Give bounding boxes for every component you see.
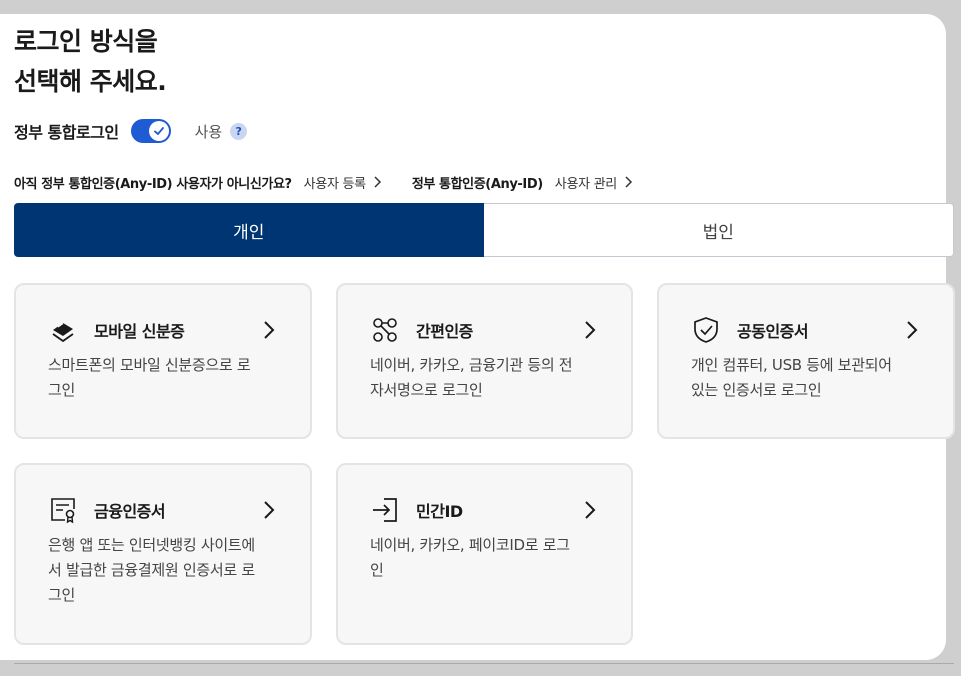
use-label: 사용: [194, 122, 223, 141]
chevron-right-icon: [262, 320, 276, 340]
card-desc-line: 그인: [48, 381, 76, 399]
card-title: 간편인증: [416, 322, 473, 341]
chevron-right-icon: [583, 500, 597, 520]
card-desc-line: 네이버, 카카오, 금융기관 등의 전: [370, 356, 573, 374]
card-desc-line: 스마트폰의 모바일 신분증으로 로: [48, 356, 251, 374]
manage-link[interactable]: 사용자 관리: [555, 173, 633, 192]
card-financial-certificate[interactable]: 금융인증서 은행 앱 또는 인터넷뱅킹 사이트에 서 발급한 금융결제원 인증서…: [14, 463, 312, 645]
card-description: 은행 앱 또는 인터넷뱅킹 사이트에 서 발급한 금융결제원 인증서로 로 그인: [48, 533, 278, 608]
bottom-divider: [14, 663, 954, 664]
tab-corporate[interactable]: 법인: [483, 203, 954, 257]
tab-personal[interactable]: 개인: [14, 203, 484, 257]
card-mobile-id[interactable]: 모바일 신분증 스마트폰의 모바일 신분증으로 로 그인: [14, 283, 312, 439]
anyid-row: 아직 정부 통합인증(Any-ID) 사용자가 아니신가요? 사용자 등록 정부…: [14, 170, 633, 194]
chevron-right-icon: [905, 320, 919, 340]
page-title: 로그인 방식을 선택해 주세요.: [14, 22, 167, 102]
card-title: 금융인증서: [94, 502, 166, 521]
login-panel: 로그인 방식을 선택해 주세요. 정부 통합로그인 사용 ? 아직 정부 통합인…: [0, 14, 955, 660]
certificate-icon: [48, 495, 78, 525]
card-private-id[interactable]: 민간ID 네이버, 카카오, 페이코ID로 로그 인: [336, 463, 633, 645]
register-link[interactable]: 사용자 등록: [304, 173, 382, 192]
card-desc-line: 있는 인증서로 로그인: [691, 381, 822, 399]
card-title: 민간ID: [416, 502, 463, 521]
card-description: 네이버, 카카오, 페이코ID로 로그 인: [370, 533, 599, 583]
gov-login-toggle[interactable]: [130, 119, 171, 143]
page-title-line2: 선택해 주세요.: [14, 67, 167, 96]
card-desc-line: 은행 앱 또는 인터넷뱅킹 사이트에: [48, 536, 255, 554]
mobile-id-icon: [48, 315, 78, 345]
toggle-knob: [148, 121, 169, 141]
chevron-right-icon: [374, 176, 381, 188]
help-icon[interactable]: ?: [230, 122, 248, 140]
card-description: 개인 컴퓨터, USB 등에 보관되어 있는 인증서로 로그인: [691, 353, 921, 403]
register-link-label: 사용자 등록: [303, 176, 366, 192]
account-type-tabs: 개인 법인: [14, 203, 954, 257]
card-desc-line: 그인: [48, 586, 76, 604]
card-desc-line: 인: [370, 561, 384, 579]
login-arrow-icon: [370, 495, 400, 525]
card-title: 공동인증서: [737, 322, 809, 341]
simple-auth-icon: [370, 315, 400, 345]
card-joint-certificate[interactable]: 공동인증서 개인 컴퓨터, USB 등에 보관되어 있는 인증서로 로그인: [657, 283, 955, 439]
page-title-line1: 로그인 방식을: [14, 27, 158, 56]
gov-login-label: 정부 통합로그인: [14, 123, 119, 142]
card-description: 네이버, 카카오, 금융기관 등의 전 자서명으로 로그인: [370, 353, 599, 403]
anyid-manage-label: 정부 통합인증(Any-ID): [411, 176, 543, 192]
card-description: 스마트폰의 모바일 신분증으로 로 그인: [48, 353, 278, 403]
card-desc-line: 개인 컴퓨터, USB 등에 보관되어: [691, 356, 892, 374]
card-title: 모바일 신분증: [94, 322, 185, 341]
check-icon: [153, 127, 164, 135]
shield-check-icon: [691, 315, 721, 345]
anyid-question: 아직 정부 통합인증(Any-ID) 사용자가 아니신가요?: [14, 176, 292, 192]
card-simple-auth[interactable]: 간편인증 네이버, 카카오, 금융기관 등의 전 자서명으로 로그인: [336, 283, 633, 439]
manage-link-label: 사용자 관리: [554, 176, 617, 192]
chevron-right-icon: [262, 500, 276, 520]
card-desc-line: 네이버, 카카오, 페이코ID로 로그: [370, 536, 570, 554]
card-desc-line: 자서명으로 로그인: [370, 381, 483, 399]
chevron-right-icon: [625, 176, 632, 188]
chevron-right-icon: [583, 320, 597, 340]
gov-login-row: 정부 통합로그인 사용 ?: [14, 118, 248, 144]
card-desc-line: 서 발급한 금융결제원 인증서로 로: [48, 561, 255, 579]
